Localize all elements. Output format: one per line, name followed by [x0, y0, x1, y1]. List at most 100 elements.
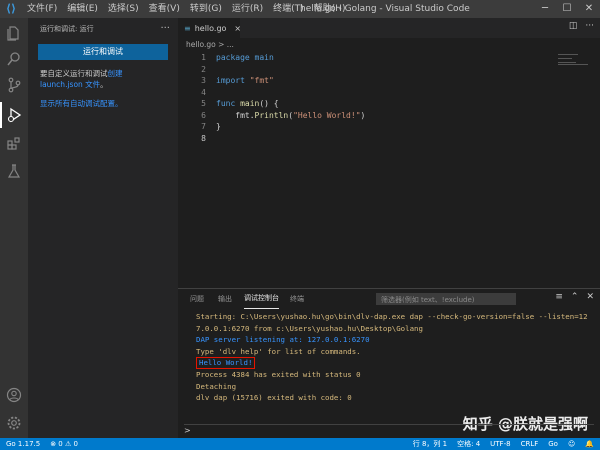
eol[interactable]: CRLF — [521, 438, 539, 450]
code-line[interactable]: 4 — [178, 87, 600, 99]
console-line: DAP server listening at: 127.0.0.1:6270 — [196, 334, 596, 346]
console-line: Process 4384 has exited with status 0 — [196, 369, 596, 381]
maximize-panel-icon[interactable]: ⌃ — [571, 292, 579, 302]
account-icon[interactable] — [0, 382, 28, 408]
run-and-debug-button[interactable]: 运行和调试 — [38, 44, 168, 60]
line-number: 8 — [201, 133, 206, 143]
line-number: 4 — [201, 87, 206, 97]
code-line[interactable]: 8 — [178, 133, 600, 145]
encoding[interactable]: UTF-8 — [490, 438, 510, 450]
go-version[interactable]: Go 1.17.5 — [6, 438, 40, 450]
more-actions-icon[interactable]: ··· — [585, 21, 594, 31]
code-token: import — [216, 76, 250, 85]
customize-hint: 要自定义运行和调试创建 launch.json 文件。 — [40, 68, 166, 90]
hint-period: 。 — [100, 80, 108, 89]
maximize-icon[interactable]: ☐ — [556, 0, 578, 18]
menu-item[interactable]: 选择(S) — [103, 0, 144, 18]
search-icon[interactable] — [0, 46, 28, 72]
console-filter-input[interactable]: 筛选器(例如 text、!exclude) — [376, 293, 516, 305]
run-debug-icon[interactable] — [0, 102, 28, 128]
editor-area: ≡ hello.go × ◫ ··· hello.go > ... 1 packa… — [178, 18, 600, 288]
explorer-icon[interactable] — [0, 20, 28, 46]
code-editor[interactable]: 1 package main 2 3 import "fmt" 4 5 func main()… — [178, 52, 600, 144]
console-text: DAP server listening at: 127.0.0.1:6270 — [196, 335, 370, 345]
console-line: dlv dap (15716) exited with code: 0 — [196, 392, 596, 404]
line-number: 3 — [201, 76, 206, 85]
code-line[interactable]: 6 fmt.Println("Hello World!") — [178, 110, 600, 122]
code-token: "Hello World!" — [293, 110, 361, 120]
console-text: Starting: C:\Users\yushao.hu\go\bin\dlv-… — [196, 312, 588, 321]
menu-item[interactable]: 查看(V) — [144, 0, 185, 18]
line-number: 7 — [201, 122, 206, 131]
code-token: } — [216, 122, 221, 131]
source-control-icon[interactable] — [0, 72, 28, 98]
code-line[interactable]: 5 func main() { — [178, 98, 600, 110]
language-mode[interactable]: Go — [548, 438, 558, 450]
code-token: func — [216, 99, 241, 108]
panel-actions: ≡ ⌃ ✕ — [555, 292, 594, 302]
show-all-configs-link[interactable]: 显示所有自动调试配置。 — [40, 98, 166, 109]
settings-gear-icon[interactable] — [0, 410, 28, 436]
cursor-position[interactable]: 行 8，列 1 — [413, 438, 447, 450]
run-debug-sidebar: 运行和调试: 运行 ··· 运行和调试 要自定义运行和调试创建 launch.j… — [28, 18, 178, 438]
indentation[interactable]: 空格: 4 — [457, 438, 480, 450]
console-text: dlv dap (15716) exited with code: 0 — [196, 393, 352, 403]
console-text: Process 4384 has exited with status 0 — [196, 369, 361, 379]
console-line: 7.0.0.1:6270 from c:\Users\yushao.hu\Des… — [196, 323, 596, 335]
console-line: Detaching — [196, 381, 596, 393]
clear-console-icon[interactable]: ≡ — [555, 292, 563, 302]
line-number: 6 — [201, 110, 206, 120]
menu-item[interactable]: 转到(G) — [185, 0, 227, 18]
split-editor-icon[interactable]: ◫ — [569, 21, 578, 31]
tab-output[interactable]: 输出 — [218, 289, 232, 309]
tab-debug-console[interactable]: 调试控制台 — [244, 289, 279, 309]
extensions-icon[interactable] — [0, 130, 28, 156]
line-number: 1 — [201, 53, 206, 62]
problems-count[interactable]: ⊗ 0 ⚠ 0 — [50, 438, 78, 450]
console-line: Hello World! — [196, 357, 596, 370]
close-icon[interactable]: ✕ — [578, 0, 600, 18]
tab-problems[interactable]: 问题 — [190, 289, 204, 309]
testing-flask-icon[interactable] — [0, 158, 28, 184]
code-token: fmt. — [216, 110, 255, 120]
console-line: Type 'dlv help' for list of commands. — [196, 346, 596, 358]
breadcrumb[interactable]: hello.go > ... — [178, 38, 600, 52]
feedback-icon[interactable]: ☺ — [568, 438, 575, 450]
status-bar: Go 1.17.5 ⊗ 0 ⚠ 0 行 8，列 1 空格: 4 UTF-8 CR… — [0, 438, 600, 450]
code-token: main — [240, 99, 260, 108]
minimize-icon[interactable]: ─ — [534, 0, 556, 18]
code-line[interactable]: 3 import "fmt" — [178, 75, 600, 87]
console-text: Type 'dlv help' for list of commands. — [196, 346, 361, 356]
title-bar: ⟨⟩ 文件(F) 编辑(E) 选择(S) 查看(V) 转到(G) 运行(R) 终端(T) 帮助… — [0, 0, 600, 18]
code-token: "fmt" — [249, 76, 274, 85]
code-line[interactable]: 1 package main — [178, 52, 600, 64]
editor-tabs: ≡ hello.go × ◫ ··· — [178, 18, 600, 38]
tab-close-icon[interactable]: × — [234, 24, 241, 33]
vscode-logo-icon: ⟨⟩ — [5, 2, 17, 15]
menu-item[interactable]: 编辑(E) — [62, 0, 103, 18]
tab-hello-go[interactable]: ≡ hello.go × — [178, 18, 241, 38]
notifications-bell-icon[interactable]: 🔔 — [585, 438, 594, 450]
debug-console-output: Starting: C:\Users\yushao.hu\go\bin\dlv-… — [196, 311, 596, 404]
hint-text: 要自定义运行和调试 — [40, 69, 108, 78]
console-input[interactable]: > — [184, 424, 594, 436]
code-line[interactable]: 7} — [178, 121, 600, 133]
code-line[interactable]: 2 — [178, 64, 600, 76]
menu-item[interactable]: 运行(R) — [227, 0, 268, 18]
code-token: () { — [259, 99, 279, 108]
menu-item[interactable]: 文件(F) — [22, 0, 62, 18]
code-token: Println — [254, 110, 289, 120]
sidebar-title: 运行和调试: 运行 — [40, 25, 94, 33]
tab-terminal[interactable]: 终端 — [290, 289, 304, 309]
tab-label: hello.go — [194, 23, 227, 33]
console-line: Starting: C:\Users\yushao.hu\go\bin\dlv-… — [196, 311, 596, 323]
line-number: 2 — [201, 64, 206, 74]
window-controls: ─ ☐ ✕ — [534, 0, 600, 18]
bottom-panel: 问题 输出 调试控制台 终端 筛选器(例如 text、!exclude) ≡ ⌃… — [178, 288, 600, 438]
panel-tabs: 问题 输出 调试控制台 终端 筛选器(例如 text、!exclude) ≡ ⌃… — [178, 289, 600, 309]
go-file-icon: ≡ — [184, 23, 191, 33]
minimap[interactable] — [558, 54, 594, 65]
close-panel-icon[interactable]: ✕ — [586, 292, 594, 302]
more-actions-icon[interactable]: ··· — [160, 18, 170, 40]
code-token: package main — [216, 53, 274, 62]
